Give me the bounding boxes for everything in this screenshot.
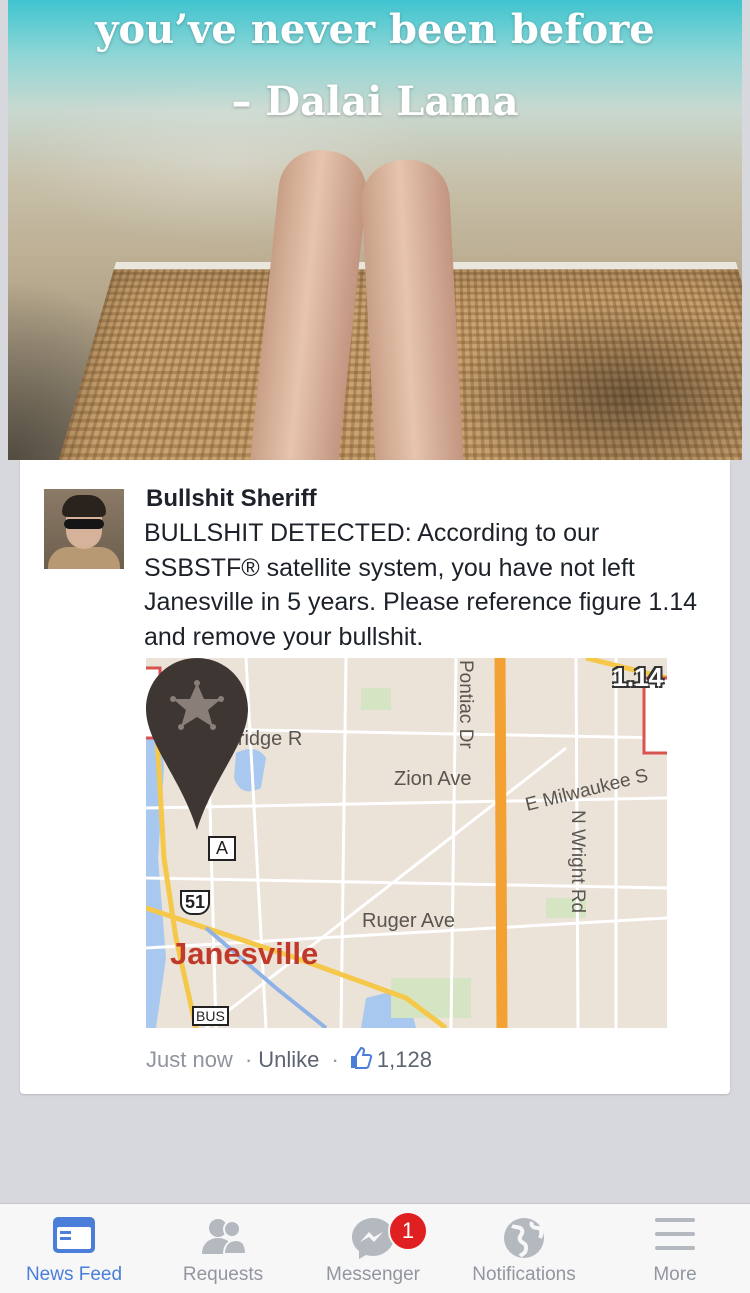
figure-label: 1.14 (612, 662, 663, 692)
author-avatar[interactable] (44, 489, 124, 569)
chair-shadow (448, 300, 742, 460)
author-name[interactable]: Bullshit Sheriff (146, 485, 317, 513)
quote-attribution: – Dalai Lama (231, 78, 519, 125)
tab-bar: News Feed Requests 1 Messenger Notificat… (0, 1203, 750, 1293)
tab-messenger[interactable]: 1 Messenger (298, 1204, 448, 1293)
meta-separator: · (331, 1047, 339, 1072)
map-label-city: Janesville (170, 936, 319, 971)
tab-label: More (653, 1264, 697, 1285)
tab-label: Requests (182, 1264, 264, 1285)
unlike-link[interactable]: Unlike (258, 1047, 319, 1072)
tab-more[interactable]: More (600, 1204, 750, 1293)
post-card: Bullshit Sheriff BULLSHIT DETECTED: Acco… (20, 460, 730, 1094)
messenger-badge: 1 (388, 1211, 428, 1251)
tab-news-feed[interactable]: News Feed (0, 1204, 148, 1293)
tab-label: News Feed (25, 1264, 123, 1285)
tab-requests[interactable]: Requests (148, 1204, 298, 1293)
avatar-shirt (48, 547, 120, 569)
map-label-route-51: 51 (180, 890, 211, 915)
like-count[interactable]: 1,128 (377, 1047, 432, 1072)
globe-icon (504, 1218, 544, 1258)
post-meta: Just now · Unlike · 1,128 (146, 1046, 432, 1076)
tab-label: Messenger (326, 1264, 420, 1285)
map-label-bus: BUS (192, 1006, 229, 1026)
map-label-pontiac-dr: Pontiac Dr (455, 660, 476, 749)
post-timestamp[interactable]: Just now (146, 1047, 233, 1072)
meta-separator: · (244, 1047, 253, 1072)
post-text: BULLSHIT DETECTED: According to our SSBS… (144, 519, 698, 651)
hero-photo[interactable]: you’ve never been before – Dalai Lama (8, 0, 742, 460)
right-leg (359, 157, 465, 460)
requests-icon (202, 1219, 248, 1255)
avatar-sunglasses (64, 519, 104, 529)
like-thumb-icon[interactable] (349, 1046, 373, 1076)
map-label-route-a: A (208, 836, 237, 861)
menu-icon (655, 1218, 695, 1250)
map-label-ruger-ave: Ruger Ave (362, 910, 456, 932)
tab-notifications[interactable]: Notifications (448, 1204, 600, 1293)
map-label-n-wright-rd: N Wright Rd (567, 810, 588, 914)
sheriff-pin-icon (146, 658, 248, 830)
news-feed-icon (53, 1217, 95, 1253)
quote-line-1: you’ve never been before (95, 6, 655, 53)
tab-label: Notifications (472, 1264, 576, 1285)
avatar-hair (62, 495, 106, 517)
map-image[interactable]: Black Bridge R Zion Ave Pontiac Dr E Mil… (146, 658, 667, 1028)
map-label-zion-ave: Zion Ave (394, 768, 472, 790)
